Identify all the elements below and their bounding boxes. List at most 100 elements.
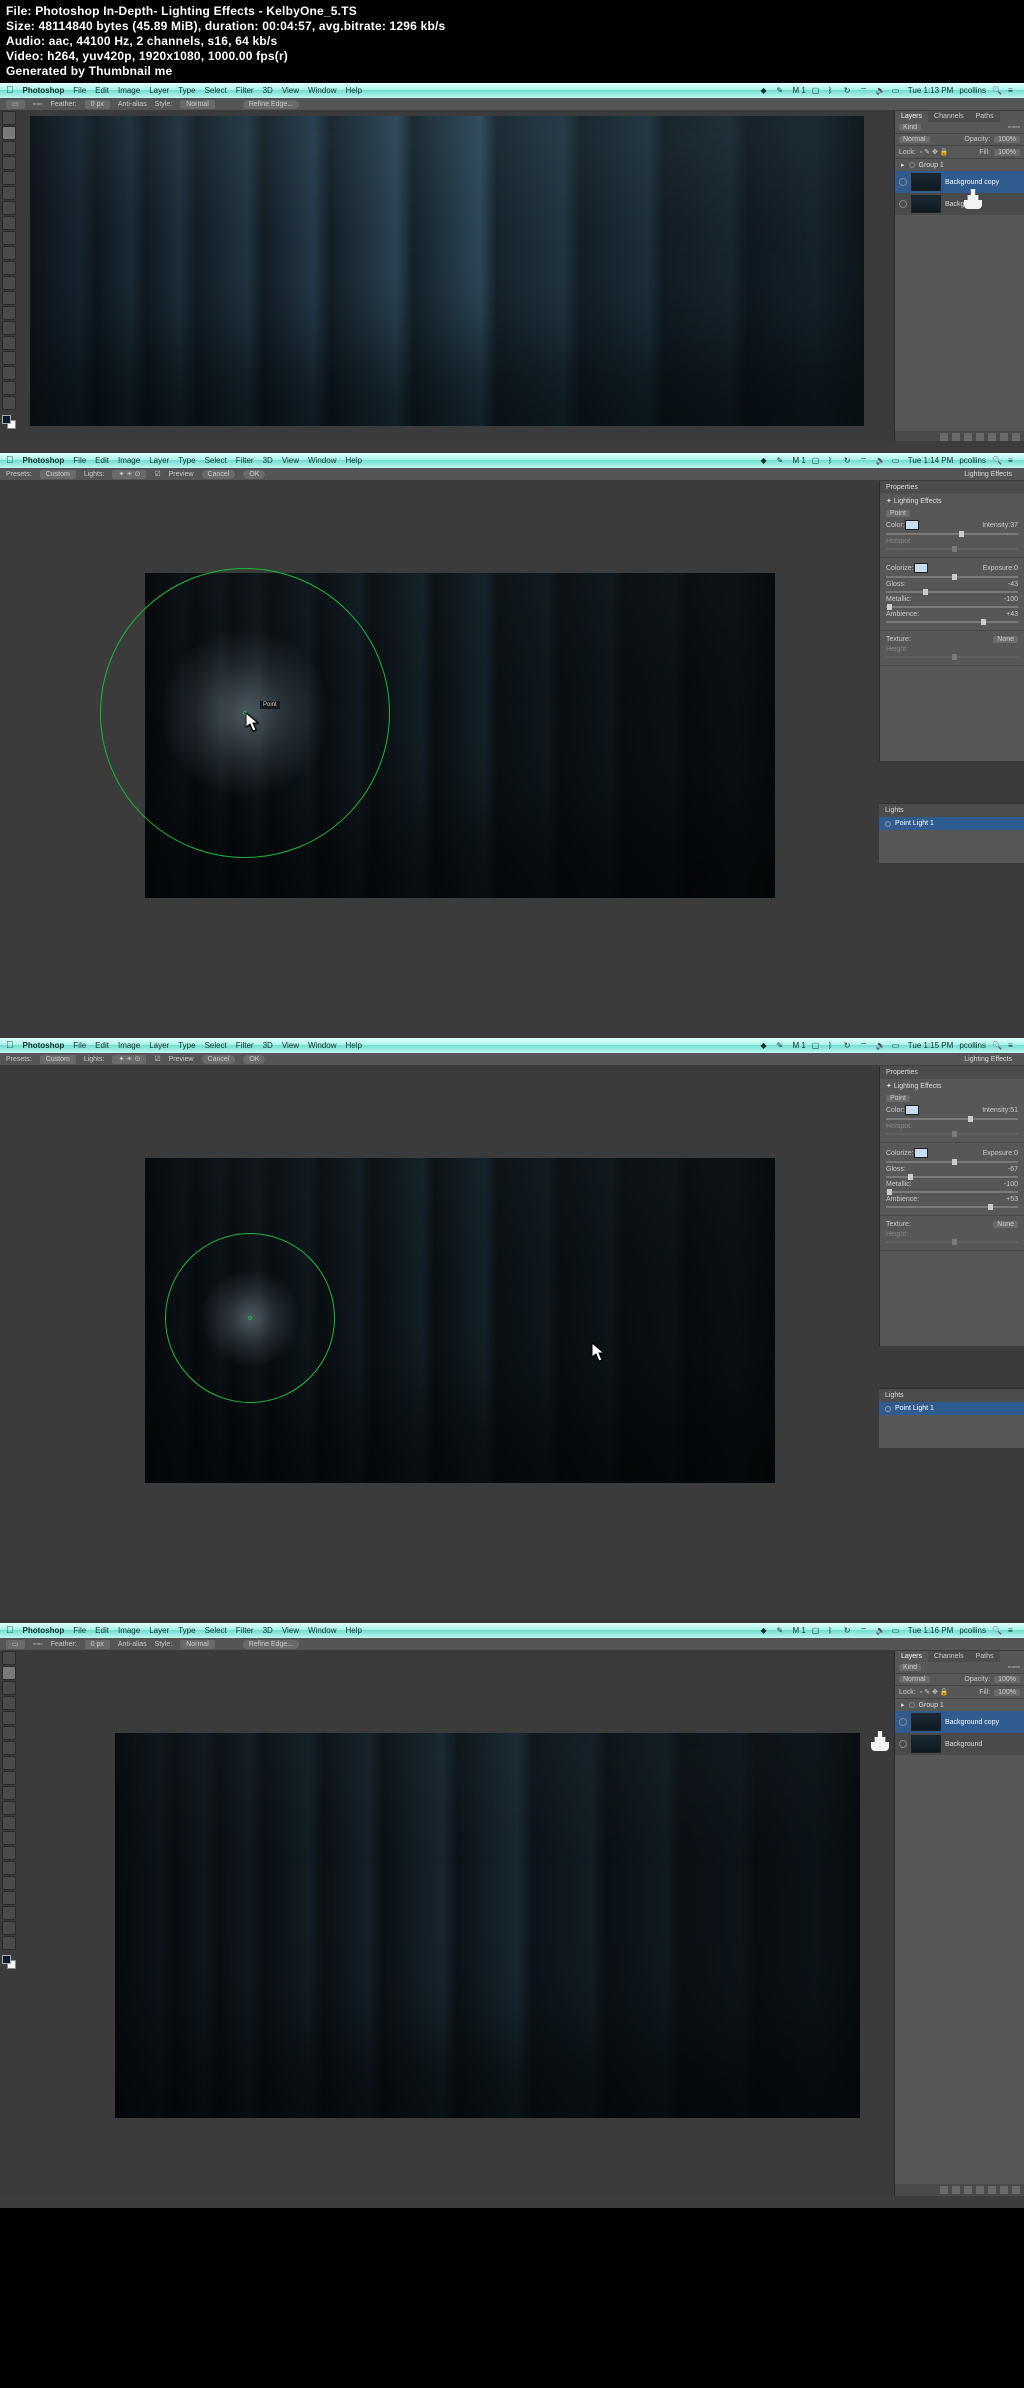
preview-check[interactable]: Preview <box>169 471 194 478</box>
menubar-display-icon[interactable]: ▢ <box>812 1626 822 1636</box>
dodge-tool[interactable] <box>2 306 16 320</box>
trash-icon[interactable] <box>1012 2186 1020 2194</box>
menu-3d[interactable]: 3D <box>263 86 273 95</box>
exposure-value[interactable]: 0 <box>1014 565 1018 572</box>
menubar-user[interactable]: pcollins <box>959 1626 986 1635</box>
light-row[interactable]: Point Light 1 <box>879 817 1024 830</box>
light-widget[interactable] <box>100 568 390 858</box>
link-layers-icon[interactable] <box>940 2186 948 2194</box>
colorize-swatch[interactable] <box>914 563 928 573</box>
menubar-battery-icon[interactable]: ▭ <box>892 86 902 96</box>
visibility-toggle-icon[interactable] <box>899 1740 907 1748</box>
menu-window[interactable]: Window <box>308 1626 336 1635</box>
menubar-clock[interactable]: Tue 1:14 PM <box>908 456 954 465</box>
opacity-value[interactable]: 100% <box>994 136 1020 143</box>
move-tool[interactable] <box>2 111 16 125</box>
menu-select[interactable]: Select <box>205 86 227 95</box>
menu-image[interactable]: Image <box>118 1626 140 1635</box>
light-center-handle[interactable] <box>248 1316 252 1320</box>
menubar-timemachine-icon[interactable]: ↻ <box>844 86 854 96</box>
properties-tab[interactable]: Properties <box>880 481 1024 494</box>
light-color-swatch[interactable] <box>905 1105 919 1115</box>
type-tool[interactable] <box>2 1876 16 1890</box>
history-brush-tool[interactable] <box>2 1786 16 1800</box>
menubar-notification-icon[interactable]: ≡ <box>1008 86 1018 96</box>
layer-bg-copy[interactable]: Background copy <box>895 171 1024 193</box>
menubar-battery-icon[interactable]: ▭ <box>892 456 902 466</box>
ambience-value[interactable]: +43 <box>1006 611 1018 618</box>
style-select[interactable]: Normal <box>180 1640 215 1649</box>
menubar-timemachine-icon[interactable]: ↻ <box>844 1041 854 1051</box>
fill-value[interactable]: 100% <box>994 149 1020 156</box>
intensity-value[interactable]: 37 <box>1010 522 1018 529</box>
menubar-timemachine-icon[interactable]: ↻ <box>844 456 854 466</box>
menubar-spotlight-icon[interactable]: 🔍 <box>992 1041 1002 1051</box>
style-select[interactable]: Normal <box>180 100 215 109</box>
menu-type[interactable]: Type <box>178 1626 195 1635</box>
visibility-toggle-icon[interactable] <box>899 1718 907 1726</box>
menubar-notification-icon[interactable]: ≡ <box>1008 1041 1018 1051</box>
menu-app[interactable]: Photoshop <box>23 86 65 95</box>
menubar-display-icon[interactable]: ▢ <box>812 86 822 96</box>
eraser-tool[interactable] <box>2 261 16 275</box>
zoom-tool[interactable] <box>2 396 16 410</box>
menu-file[interactable]: File <box>73 86 86 95</box>
metallic-value[interactable]: -100 <box>1004 596 1018 603</box>
texture-select[interactable]: None <box>993 636 1018 643</box>
shape-tool[interactable] <box>2 366 16 380</box>
menu-filter[interactable]: Filter <box>236 456 254 465</box>
menubar-wifi-icon[interactable]: ⌔ <box>860 86 870 96</box>
canvas[interactable] <box>115 1733 860 2118</box>
tool-indicator[interactable]: ▭ <box>6 100 25 109</box>
menu-app[interactable]: Photoshop <box>23 1626 65 1635</box>
menubar-wifi-icon[interactable]: ⌔ <box>860 1626 870 1636</box>
apple-menu-icon[interactable]:  <box>6 1040 14 1051</box>
menu-edit[interactable]: Edit <box>95 86 109 95</box>
visibility-toggle-icon[interactable] <box>899 178 907 186</box>
menu-edit[interactable]: Edit <box>95 1626 109 1635</box>
channels-tab[interactable]: Channels <box>928 1651 970 1662</box>
layers-tab[interactable]: Layers <box>895 1651 928 1662</box>
ambience-slider[interactable] <box>886 1206 1018 1208</box>
wand-tool[interactable] <box>2 1696 16 1710</box>
menubar-dropbox-icon[interactable]: ◆ <box>760 1041 770 1051</box>
brush-tool[interactable] <box>2 1756 16 1770</box>
exposure-value[interactable]: 0 <box>1014 1150 1018 1157</box>
pen-tool[interactable] <box>2 1861 16 1875</box>
dodge-tool[interactable] <box>2 1846 16 1860</box>
menu-layer[interactable]: Layer <box>149 1626 169 1635</box>
menubar-wacom-icon[interactable]: ✎ <box>776 456 786 466</box>
refine-edge-button[interactable]: Refine Edge... <box>243 1640 299 1649</box>
metallic-slider[interactable] <box>886 606 1018 608</box>
layer-fx-icon[interactable] <box>952 2186 960 2194</box>
layer-fx-icon[interactable] <box>952 433 960 441</box>
eyedropper-tool[interactable] <box>2 1726 16 1740</box>
refine-edge-button[interactable]: Refine Edge... <box>243 100 299 109</box>
menubar-bluetooth-icon[interactable]: ᛒ <box>828 86 838 96</box>
menubar-wacom-icon[interactable]: ✎ <box>776 86 786 96</box>
menu-view[interactable]: View <box>282 1041 299 1050</box>
eyedropper-tool[interactable] <box>2 186 16 200</box>
hand-tool[interactable] <box>2 1921 16 1935</box>
channels-tab[interactable]: Channels <box>928 111 970 122</box>
brush-tool[interactable] <box>2 216 16 230</box>
gloss-slider[interactable] <box>886 1176 1018 1178</box>
apple-menu-icon[interactable]:  <box>6 1625 14 1636</box>
antialias-check[interactable]: Anti-alias <box>118 1641 147 1648</box>
menu-type[interactable]: Type <box>178 86 195 95</box>
menu-view[interactable]: View <box>282 456 299 465</box>
path-tool[interactable] <box>2 351 16 365</box>
menubar-wacom-icon[interactable]: ✎ <box>776 1626 786 1636</box>
layer-filter-kind[interactable]: Kind <box>899 124 921 131</box>
history-brush-tool[interactable] <box>2 246 16 260</box>
antialias-check[interactable]: Anti-alias <box>118 101 147 108</box>
light-type-select[interactable]: Point <box>886 510 910 517</box>
menubar-battery[interactable]: M 1 <box>792 1041 805 1050</box>
texture-select[interactable]: None <box>993 1221 1018 1228</box>
metallic-slider[interactable] <box>886 1191 1018 1193</box>
feather-value[interactable]: 0 px <box>85 100 110 109</box>
apple-menu-icon[interactable]:  <box>6 85 14 96</box>
menubar-spotlight-icon[interactable]: 🔍 <box>992 456 1002 466</box>
layer-filter-kind[interactable]: Kind <box>899 1664 921 1671</box>
apple-menu-icon[interactable]:  <box>6 455 14 466</box>
